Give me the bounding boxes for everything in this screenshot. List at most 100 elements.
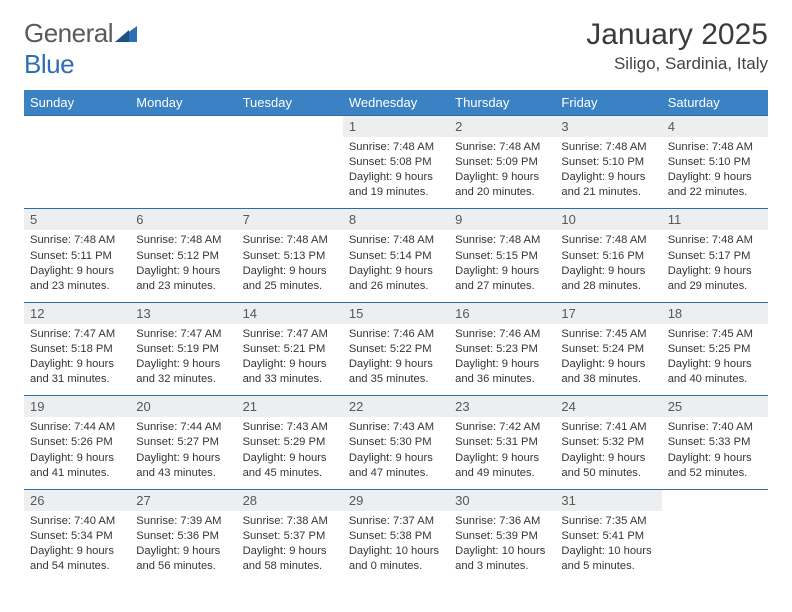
day-number: 30 — [449, 490, 555, 511]
calendar-cell: 4Sunrise: 7:48 AMSunset: 5:10 PMDaylight… — [662, 115, 768, 208]
calendar-cell: 26Sunrise: 7:40 AMSunset: 5:34 PMDayligh… — [24, 489, 130, 582]
calendar-week-row: 19Sunrise: 7:44 AMSunset: 5:26 PMDayligh… — [24, 395, 768, 488]
day-number: 9 — [449, 209, 555, 230]
day-info: Sunrise: 7:48 AMSunset: 5:15 PMDaylight:… — [449, 230, 555, 301]
day-number: 24 — [555, 396, 661, 417]
calendar-cell: 23Sunrise: 7:42 AMSunset: 5:31 PMDayligh… — [449, 395, 555, 488]
brand-text: GeneralBlue — [24, 18, 137, 80]
calendar-cell: 10Sunrise: 7:48 AMSunset: 5:16 PMDayligh… — [555, 208, 661, 301]
calendar-cell: 21Sunrise: 7:43 AMSunset: 5:29 PMDayligh… — [237, 395, 343, 488]
day-number: 6 — [130, 209, 236, 230]
calendar-cell: 3Sunrise: 7:48 AMSunset: 5:10 PMDaylight… — [555, 115, 661, 208]
header: GeneralBlue January 2025 Siligo, Sardini… — [24, 18, 768, 80]
calendar-cell: 27Sunrise: 7:39 AMSunset: 5:36 PMDayligh… — [130, 489, 236, 582]
day-number: 7 — [237, 209, 343, 230]
calendar-cell: 5Sunrise: 7:48 AMSunset: 5:11 PMDaylight… — [24, 208, 130, 301]
day-info: Sunrise: 7:46 AMSunset: 5:23 PMDaylight:… — [449, 324, 555, 395]
calendar-cell: 25Sunrise: 7:40 AMSunset: 5:33 PMDayligh… — [662, 395, 768, 488]
day-header: Tuesday — [237, 90, 343, 115]
day-info: Sunrise: 7:48 AMSunset: 5:10 PMDaylight:… — [555, 137, 661, 208]
calendar-cell: 31Sunrise: 7:35 AMSunset: 5:41 PMDayligh… — [555, 489, 661, 582]
title-block: January 2025 Siligo, Sardinia, Italy — [586, 18, 768, 74]
day-info: Sunrise: 7:45 AMSunset: 5:24 PMDaylight:… — [555, 324, 661, 395]
calendar-cell: 13Sunrise: 7:47 AMSunset: 5:19 PMDayligh… — [130, 302, 236, 395]
day-number: 20 — [130, 396, 236, 417]
day-info: Sunrise: 7:42 AMSunset: 5:31 PMDaylight:… — [449, 417, 555, 488]
location: Siligo, Sardinia, Italy — [586, 54, 768, 74]
calendar-week-row: 26Sunrise: 7:40 AMSunset: 5:34 PMDayligh… — [24, 489, 768, 582]
calendar-page: GeneralBlue January 2025 Siligo, Sardini… — [0, 0, 792, 592]
day-number: 8 — [343, 209, 449, 230]
calendar-week-row: ......1Sunrise: 7:48 AMSunset: 5:08 PMDa… — [24, 115, 768, 208]
calendar-cell: 20Sunrise: 7:44 AMSunset: 5:27 PMDayligh… — [130, 395, 236, 488]
calendar-cell: 29Sunrise: 7:37 AMSunset: 5:38 PMDayligh… — [343, 489, 449, 582]
day-info: Sunrise: 7:37 AMSunset: 5:38 PMDaylight:… — [343, 511, 449, 582]
day-number: 3 — [555, 116, 661, 137]
day-info: Sunrise: 7:47 AMSunset: 5:21 PMDaylight:… — [237, 324, 343, 395]
calendar-cell: 22Sunrise: 7:43 AMSunset: 5:30 PMDayligh… — [343, 395, 449, 488]
day-number: 29 — [343, 490, 449, 511]
day-number: 1 — [343, 116, 449, 137]
logo-triangle-icon — [115, 18, 137, 49]
day-info: Sunrise: 7:44 AMSunset: 5:26 PMDaylight:… — [24, 417, 130, 488]
calendar-body: ......1Sunrise: 7:48 AMSunset: 5:08 PMDa… — [24, 115, 768, 582]
day-info: Sunrise: 7:38 AMSunset: 5:37 PMDaylight:… — [237, 511, 343, 582]
day-info: Sunrise: 7:36 AMSunset: 5:39 PMDaylight:… — [449, 511, 555, 582]
day-info: Sunrise: 7:39 AMSunset: 5:36 PMDaylight:… — [130, 511, 236, 582]
day-number: 31 — [555, 490, 661, 511]
day-info: Sunrise: 7:48 AMSunset: 5:16 PMDaylight:… — [555, 230, 661, 301]
day-header: Wednesday — [343, 90, 449, 115]
day-info: Sunrise: 7:40 AMSunset: 5:34 PMDaylight:… — [24, 511, 130, 582]
day-header: Monday — [130, 90, 236, 115]
day-info: Sunrise: 7:46 AMSunset: 5:22 PMDaylight:… — [343, 324, 449, 395]
day-number: 13 — [130, 303, 236, 324]
day-info: Sunrise: 7:47 AMSunset: 5:18 PMDaylight:… — [24, 324, 130, 395]
calendar-cell: .. — [662, 489, 768, 582]
day-header: Saturday — [662, 90, 768, 115]
calendar-cell: 19Sunrise: 7:44 AMSunset: 5:26 PMDayligh… — [24, 395, 130, 488]
calendar-cell: 9Sunrise: 7:48 AMSunset: 5:15 PMDaylight… — [449, 208, 555, 301]
calendar-cell: .. — [237, 115, 343, 208]
calendar-week-row: 5Sunrise: 7:48 AMSunset: 5:11 PMDaylight… — [24, 208, 768, 301]
day-header: Thursday — [449, 90, 555, 115]
day-number: 22 — [343, 396, 449, 417]
day-info: Sunrise: 7:48 AMSunset: 5:12 PMDaylight:… — [130, 230, 236, 301]
day-number: 15 — [343, 303, 449, 324]
calendar-cell: 12Sunrise: 7:47 AMSunset: 5:18 PMDayligh… — [24, 302, 130, 395]
day-info: Sunrise: 7:45 AMSunset: 5:25 PMDaylight:… — [662, 324, 768, 395]
calendar-cell: 30Sunrise: 7:36 AMSunset: 5:39 PMDayligh… — [449, 489, 555, 582]
day-info: Sunrise: 7:48 AMSunset: 5:17 PMDaylight:… — [662, 230, 768, 301]
day-number: 10 — [555, 209, 661, 230]
day-number: 2 — [449, 116, 555, 137]
calendar-cell: 17Sunrise: 7:45 AMSunset: 5:24 PMDayligh… — [555, 302, 661, 395]
calendar-cell: 28Sunrise: 7:38 AMSunset: 5:37 PMDayligh… — [237, 489, 343, 582]
day-number: 14 — [237, 303, 343, 324]
day-info: Sunrise: 7:48 AMSunset: 5:14 PMDaylight:… — [343, 230, 449, 301]
day-number: 4 — [662, 116, 768, 137]
day-number: 12 — [24, 303, 130, 324]
calendar-cell: 15Sunrise: 7:46 AMSunset: 5:22 PMDayligh… — [343, 302, 449, 395]
calendar-cell: 2Sunrise: 7:48 AMSunset: 5:09 PMDaylight… — [449, 115, 555, 208]
brand-logo: GeneralBlue — [24, 18, 137, 80]
day-info: Sunrise: 7:48 AMSunset: 5:08 PMDaylight:… — [343, 137, 449, 208]
calendar-cell: 14Sunrise: 7:47 AMSunset: 5:21 PMDayligh… — [237, 302, 343, 395]
day-header: Friday — [555, 90, 661, 115]
calendar-week-row: 12Sunrise: 7:47 AMSunset: 5:18 PMDayligh… — [24, 302, 768, 395]
calendar-cell: 24Sunrise: 7:41 AMSunset: 5:32 PMDayligh… — [555, 395, 661, 488]
month-title: January 2025 — [586, 18, 768, 52]
calendar-table: Sunday Monday Tuesday Wednesday Thursday… — [24, 90, 768, 582]
day-header-row: Sunday Monday Tuesday Wednesday Thursday… — [24, 90, 768, 115]
day-number: 17 — [555, 303, 661, 324]
day-info: Sunrise: 7:44 AMSunset: 5:27 PMDaylight:… — [130, 417, 236, 488]
day-number: 5 — [24, 209, 130, 230]
calendar-cell: 11Sunrise: 7:48 AMSunset: 5:17 PMDayligh… — [662, 208, 768, 301]
day-number: 28 — [237, 490, 343, 511]
day-number: 11 — [662, 209, 768, 230]
day-number: 25 — [662, 396, 768, 417]
day-info: Sunrise: 7:48 AMSunset: 5:11 PMDaylight:… — [24, 230, 130, 301]
day-header: Sunday — [24, 90, 130, 115]
calendar-cell: 16Sunrise: 7:46 AMSunset: 5:23 PMDayligh… — [449, 302, 555, 395]
day-number: 26 — [24, 490, 130, 511]
day-info: Sunrise: 7:43 AMSunset: 5:29 PMDaylight:… — [237, 417, 343, 488]
day-info: Sunrise: 7:43 AMSunset: 5:30 PMDaylight:… — [343, 417, 449, 488]
